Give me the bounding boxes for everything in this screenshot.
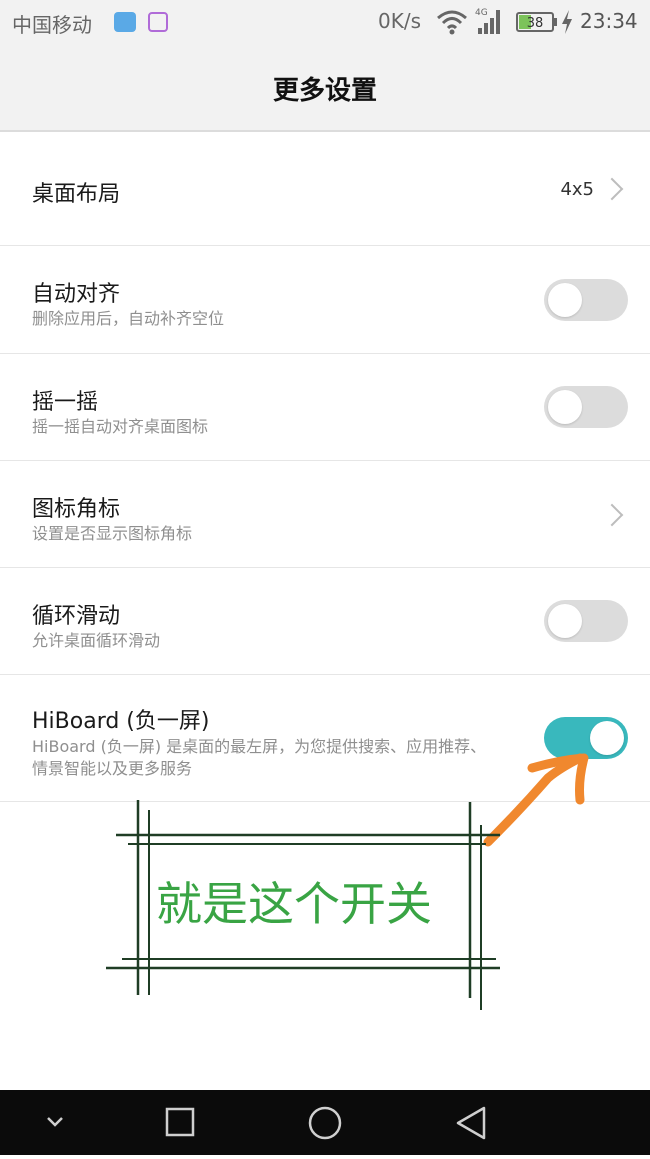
signal-icon: 4G: [475, 8, 500, 34]
setting-shake-label: 摇一摇: [32, 390, 99, 415]
setting-desktop-layout[interactable]: 桌面布局 4x5: [0, 132, 650, 246]
battery-icon: 38: [516, 12, 557, 32]
carrier-name: 中国移动: [12, 13, 92, 37]
setting-icon-badge[interactable]: 图标角标 设置是否显示图标角标: [0, 461, 650, 568]
clock: 23:34: [580, 9, 638, 33]
loop-scroll-toggle[interactable]: [544, 600, 628, 642]
charging-icon: [562, 10, 572, 34]
setting-loop-scroll-description: 允许桌面循环滑动: [32, 631, 161, 650]
setting-loop-scroll[interactable]: 循环滑动 允许桌面循环滑动: [0, 568, 650, 675]
setting-desktop-layout-value: 4x5: [560, 179, 594, 200]
status-bar: 中国移动 0K/s 4G 38 23:34: [0, 0, 650, 46]
setting-icon-badge-description: 设置是否显示图标角标: [32, 524, 193, 543]
triangle-back-icon[interactable]: [456, 1106, 486, 1140]
gallery-notification-icon: [148, 12, 168, 32]
toggle-knob: [548, 390, 582, 424]
chevron-right-icon: [600, 177, 624, 201]
setting-shake-description: 摇一摇自动对齐桌面图标: [32, 417, 209, 436]
setting-hiboard-label: HiBoard (负一屏): [32, 709, 210, 734]
setting-desktop-layout-label: 桌面布局: [32, 182, 121, 207]
annotation-text: 就是这个开关: [156, 877, 432, 931]
chevron-down-icon[interactable]: [47, 1117, 63, 1127]
chevron-right-icon: [600, 503, 624, 527]
setting-auto-align-description: 删除应用后，自动补齐空位: [32, 309, 225, 328]
toggle-knob: [548, 604, 582, 638]
setting-auto-align[interactable]: 自动对齐 删除应用后，自动补齐空位: [0, 246, 650, 354]
circle-icon[interactable]: [308, 1106, 342, 1140]
navigation-bar: [0, 1090, 650, 1155]
page-title: 更多设置: [272, 76, 377, 106]
wifi-icon: [437, 10, 467, 35]
toggle-knob: [548, 283, 582, 317]
annotation-overlay: 就是这个开关: [0, 740, 650, 1040]
message-notification-icon: [114, 12, 136, 32]
setting-loop-scroll-label: 循环滑动: [32, 604, 121, 629]
shake-toggle[interactable]: [544, 386, 628, 428]
auto-align-toggle[interactable]: [544, 279, 628, 321]
square-icon[interactable]: [165, 1107, 195, 1137]
setting-auto-align-label: 自动对齐: [32, 282, 121, 307]
network-speed: 0K/s: [378, 9, 421, 33]
battery-level: 38: [527, 16, 544, 31]
setting-icon-badge-label: 图标角标: [32, 497, 121, 522]
title-bar: 更多设置: [0, 46, 650, 132]
setting-shake[interactable]: 摇一摇 摇一摇自动对齐桌面图标: [0, 354, 650, 461]
network-type-label: 4G: [475, 8, 488, 18]
